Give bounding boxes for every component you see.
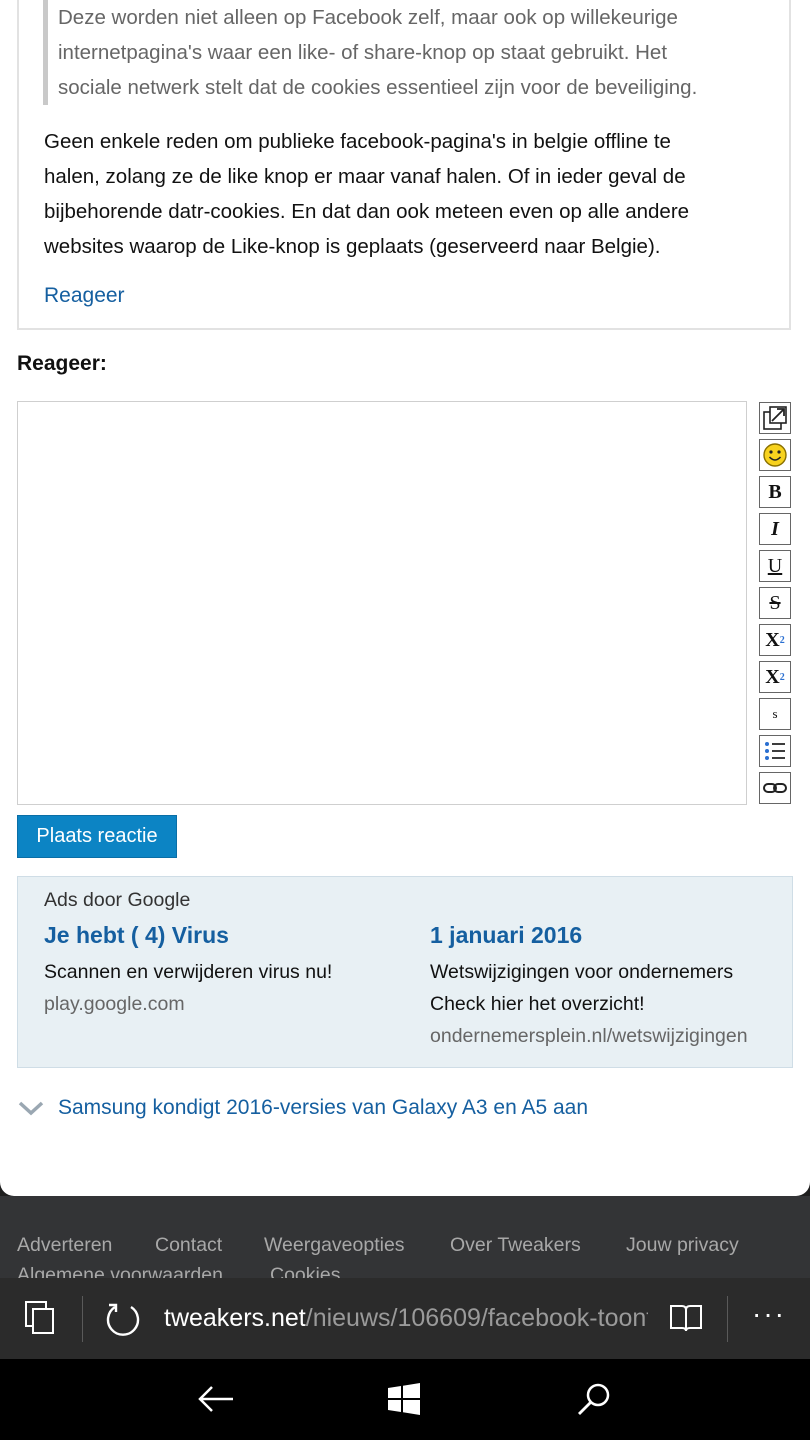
quote-line: internetpagina's waar een like- of share… <box>58 41 668 64</box>
next-article[interactable]: Samsung kondigt 2016-versies van Galaxy … <box>18 1096 588 1120</box>
footer-link-contact[interactable]: Contact <box>155 1234 222 1257</box>
reply-textarea[interactable] <box>17 401 747 805</box>
superscript-icon[interactable]: X2 <box>759 661 791 693</box>
strike-glyph: S <box>769 591 781 614</box>
comment-line: Geen enkele reden om publieke facebook-p… <box>44 130 671 153</box>
comment-line: bijbehorende datr-cookies. En dat dan oo… <box>44 200 690 223</box>
reading-view-icon[interactable] <box>668 1302 704 1334</box>
ad-title-link[interactable]: Je hebt ( 4) Virus <box>44 919 404 951</box>
reply-heading: Reageer: <box>17 352 107 375</box>
ad-item: 1 januari 2016 Wetswijzigingen voor onde… <box>430 919 790 1052</box>
next-article-link[interactable]: Samsung kondigt 2016-versies van Galaxy … <box>58 1096 588 1120</box>
url-path: /nieuws/106609/facebook-toont <box>305 1304 648 1332</box>
windows-start-icon[interactable] <box>380 1377 428 1421</box>
reply-link[interactable]: Reageer <box>44 284 125 308</box>
ad-description-line: Wetswijzigingen voor ondernemers <box>430 961 734 983</box>
superscript-small: 2 <box>779 671 785 683</box>
ad-item: Je hebt ( 4) Virus Scannen en verwijdere… <box>44 919 404 1020</box>
formatting-toolbar: B I U S X2 X2 s <box>759 402 793 809</box>
site-footer: Adverteren Contact Weergaveopties Over T… <box>0 1196 810 1278</box>
subscript-icon[interactable]: X2 <box>759 624 791 656</box>
tabs-icon[interactable] <box>24 1300 58 1336</box>
url-domain: tweakers.net <box>164 1304 306 1332</box>
ads-label: Ads door Google <box>44 889 191 911</box>
smiley-icon[interactable] <box>759 439 791 471</box>
ad-description: Wetswijzigingen voor ondernemers Check h… <box>430 956 790 1020</box>
comment-body: Geen enkele reden om publieke facebook-p… <box>44 124 764 264</box>
subscript-small: 2 <box>779 634 785 646</box>
footer-link-privacy[interactable]: Jouw privacy <box>626 1234 739 1257</box>
footer-link-voorwaarden[interactable]: Algemene voorwaarden <box>17 1264 223 1278</box>
popout-icon[interactable] <box>759 402 791 434</box>
browser-address-bar: tweakers.net/nieuws/106609/facebook-toon… <box>0 1278 810 1359</box>
system-nav-bar <box>0 1359 810 1440</box>
footer-link-over-tweakers[interactable]: Over Tweakers <box>450 1234 581 1257</box>
quote-line: sociale netwerk stelt dat de cookies ess… <box>58 76 698 99</box>
strikethrough-icon[interactable]: S <box>759 587 791 619</box>
bold-glyph: B <box>768 480 782 503</box>
address-input[interactable]: tweakers.net/nieuws/106609/facebook-toon… <box>164 1302 648 1334</box>
superscript-glyph: X <box>765 665 780 688</box>
underline-glyph: U <box>767 554 783 577</box>
quote-line: Deze worden niet alleen op Facebook zelf… <box>58 6 678 29</box>
comment-line: websites waarop de Like-knop is geplaats… <box>44 235 661 258</box>
page-content: Deze worden niet alleen op Facebook zelf… <box>0 0 810 1196</box>
footer-link-cookies[interactable]: Cookies <box>270 1264 340 1278</box>
ad-description-line: Check hier het overzicht! <box>430 993 645 1015</box>
small-text-icon[interactable]: s <box>759 698 791 730</box>
comment-quote: Deze worden niet alleen op Facebook zelf… <box>43 0 778 105</box>
italic-glyph: I <box>771 517 779 540</box>
small-text-glyph: s <box>772 706 778 721</box>
separator <box>727 1296 728 1342</box>
footer-link-weergaveopties[interactable]: Weergaveopties <box>264 1234 405 1257</box>
bold-icon[interactable]: B <box>759 476 791 508</box>
ad-url: ondernemersplein.nl/wetswijzigingen <box>430 1025 748 1047</box>
ad-title-link[interactable]: 1 januari 2016 <box>430 919 790 951</box>
ad-url: play.google.com <box>44 993 185 1015</box>
more-options-icon[interactable]: ··· <box>752 1298 786 1330</box>
link-icon[interactable] <box>759 772 791 804</box>
comment-line: halen, zolang ze de like knop er maar va… <box>44 165 686 188</box>
ads-block: Ads door Google Je hebt ( 4) Virus Scann… <box>17 876 793 1068</box>
italic-icon[interactable]: I <box>759 513 791 545</box>
refresh-icon[interactable] <box>104 1300 142 1338</box>
chevron-down-icon <box>18 1101 44 1116</box>
separator <box>82 1296 83 1342</box>
footer-link-adverteren[interactable]: Adverteren <box>17 1234 112 1257</box>
list-icon[interactable] <box>759 735 791 767</box>
submit-reply-button[interactable]: Plaats reactie <box>17 815 177 858</box>
underline-icon[interactable]: U <box>759 550 791 582</box>
search-icon[interactable] <box>570 1377 618 1421</box>
ad-description: Scannen en verwijderen virus nu! <box>44 961 333 983</box>
back-arrow-icon[interactable] <box>192 1377 240 1421</box>
subscript-glyph: X <box>765 628 780 651</box>
